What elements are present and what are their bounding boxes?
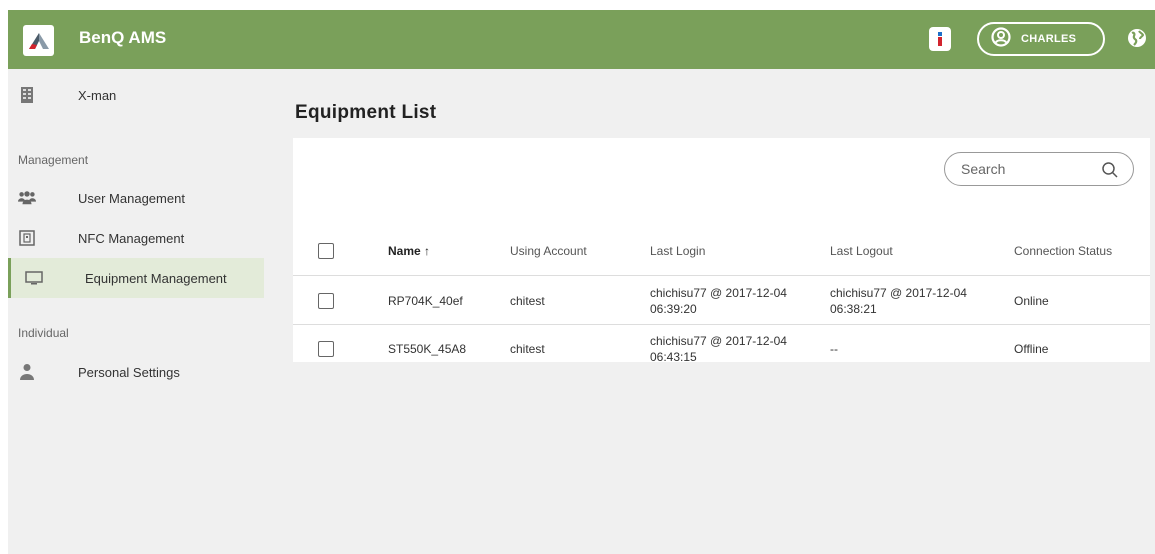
cell-status: Online — [1014, 293, 1049, 308]
app-frame: BenQ AMS CHARLES X-man Management User M… — [8, 10, 1155, 554]
table-header: Name ↑ Using Account Last Login Last Log… — [293, 226, 1150, 276]
cell-last-login: chichisu77 @ 2017-12-04 06:43:15 — [650, 334, 787, 364]
search-icon[interactable] — [1101, 161, 1119, 184]
cell-status: Offline — [1014, 342, 1049, 356]
page-title: Equipment List — [295, 102, 437, 123]
benq-logo-icon[interactable] — [23, 25, 54, 56]
user-avatar-icon — [991, 26, 1011, 52]
nfc-icon — [18, 229, 36, 247]
sidebar: X-man Management User Management NFC Man… — [8, 69, 264, 554]
cell-last-login: chichisu77 @ 2017-12-04 06:39:20 — [650, 285, 787, 316]
language-globe-icon[interactable] — [1126, 27, 1148, 49]
row-checkbox[interactable] — [318, 292, 334, 309]
sidebar-org[interactable]: X-man — [8, 75, 264, 115]
cell-last-logout: -- — [830, 342, 838, 356]
search-box[interactable] — [944, 152, 1134, 186]
table-row[interactable]: ST550K_45A8 chitest chichisu77 @ 2017-12… — [293, 325, 1150, 373]
sidebar-item-label: User Management — [78, 190, 185, 206]
column-header-account[interactable]: Using Account — [510, 226, 587, 275]
cell-account: chitest — [510, 342, 545, 356]
sidebar-item-equipment-management[interactable]: Equipment Management — [8, 258, 264, 298]
building-icon — [18, 86, 36, 104]
cell-name: RP704K_40ef — [388, 293, 463, 308]
sidebar-item-label: NFC Management — [78, 230, 185, 246]
users-icon — [18, 189, 36, 207]
sidebar-item-user-management[interactable]: User Management — [8, 178, 264, 218]
column-header-name[interactable]: Name ↑ — [388, 226, 430, 275]
sidebar-item-personal-settings[interactable]: Personal Settings — [8, 352, 264, 392]
person-icon — [18, 363, 36, 381]
section-individual: Individual — [18, 326, 69, 340]
column-header-status[interactable]: Connection Status — [1014, 226, 1112, 275]
notification-icon[interactable] — [929, 27, 951, 51]
top-header: BenQ AMS CHARLES — [8, 10, 1155, 69]
user-name: CHARLES — [1021, 33, 1077, 45]
sidebar-item-nfc-management[interactable]: NFC Management — [8, 218, 264, 258]
select-all-checkbox[interactable] — [318, 242, 334, 259]
column-header-last-login[interactable]: Last Login — [650, 226, 800, 275]
row-checkbox[interactable] — [318, 341, 334, 357]
sidebar-item-label: Personal Settings — [78, 364, 180, 380]
cell-last-logout: chichisu77 @ 2017-12-04 06:38:21 — [830, 285, 967, 316]
cell-account: chitest — [510, 293, 545, 308]
table-row[interactable]: RP704K_40ef chitest chichisu77 @ 2017-12… — [293, 277, 1150, 325]
user-menu-button[interactable]: CHARLES — [977, 22, 1105, 56]
equipment-table-card: Name ↑ Using Account Last Login Last Log… — [293, 138, 1150, 364]
section-management: Management — [18, 153, 89, 167]
column-header-last-logout[interactable]: Last Logout — [830, 226, 990, 275]
sidebar-item-label: Equipment Management — [85, 270, 227, 286]
org-name: X-man — [78, 87, 117, 103]
search-input[interactable] — [961, 161, 1091, 177]
app-title: BenQ AMS — [79, 28, 167, 47]
monitor-icon — [25, 269, 43, 287]
cell-name: ST550K_45A8 — [388, 342, 467, 356]
